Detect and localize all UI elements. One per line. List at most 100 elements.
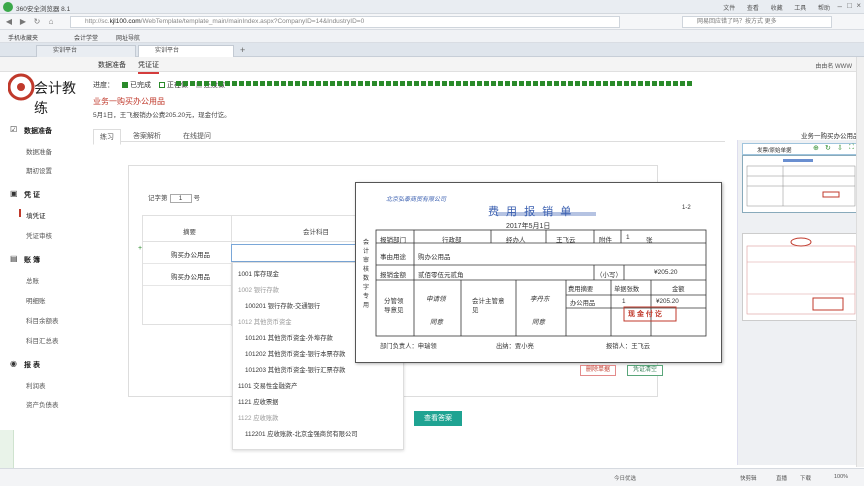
close-icon[interactable]: × (856, 1, 861, 10)
delete-voucher-button[interactable]: 删除单据 (580, 365, 616, 376)
status-download[interactable]: 下载 (800, 474, 811, 482)
dropdown-option[interactable]: 112201 应收账款-北京金强商贸有限公司 (245, 429, 358, 438)
download-icon[interactable]: ⇩ (837, 144, 843, 152)
tab-answer[interactable]: 答案解析 (127, 129, 167, 143)
add-row-icon[interactable]: + (138, 245, 142, 252)
progress-square (309, 81, 314, 86)
sidebar-item-income[interactable]: 利润表 (26, 380, 46, 390)
browser-tab[interactable]: 实训平台 (36, 45, 136, 57)
address-toolbar: ◀ ▶ ↻ ⌂ http://sc.kjl100.com/WebTemplate… (0, 14, 864, 30)
dropdown-option[interactable]: 1012 其他货币资金 (238, 317, 292, 326)
row-summary[interactable]: 购买办公用品 (171, 271, 210, 281)
status-zoom[interactable]: 100% (834, 474, 848, 480)
expense-receipt[interactable]: 北京弘泰商贸有限公司 费 用 报 销 单 1-2 2017年5月1日 会计审核数… (355, 182, 722, 363)
sidebar-item-audit[interactable]: 凭证审核 (26, 230, 52, 240)
sidebar-item-opening[interactable]: 期初设置 (26, 165, 52, 175)
sidebar-item-ledger[interactable]: 总账 (26, 275, 39, 285)
progress-square (659, 81, 664, 86)
search-input[interactable]: 网易回应错了吗？按方式 更多 (682, 16, 832, 28)
sidebar-item-balance[interactable]: 科目余额表 (26, 315, 59, 325)
sidebar-item-data-prep[interactable]: 数据准备 (26, 146, 52, 156)
subject-input[interactable] (231, 244, 361, 262)
dropdown-option[interactable]: 1122 应收账款 (238, 413, 278, 422)
sidebar-item-summary[interactable]: 科目汇总表 (26, 335, 59, 345)
minimize-icon[interactable]: – (838, 2, 842, 11)
dropdown-option[interactable]: 1121 应收票据 (238, 397, 278, 406)
dropdown-option[interactable]: 101203 其他货币资金-银行汇票存款 (245, 365, 345, 374)
back-icon[interactable]: ◀ (4, 17, 14, 27)
receipt-dept: 行政部 (442, 237, 462, 244)
voucher-number-input[interactable]: 1 (169, 193, 192, 203)
zoom-icon[interactable]: ⊕ (813, 144, 819, 152)
legend-doing-swatch (158, 82, 165, 89)
progress-square (540, 81, 545, 86)
progress-square (582, 81, 587, 86)
status-today[interactable]: 今日优选 (614, 474, 636, 482)
menu-file[interactable]: 文件 (723, 6, 735, 12)
legend-done: 已完成 (129, 82, 151, 89)
maximize-icon[interactable]: □ (847, 1, 852, 10)
dropdown-option[interactable]: 1002 银行存款 (238, 285, 279, 294)
dropdown-option[interactable]: 101202 其他货币资金-银行本票存款 (245, 349, 345, 358)
dropdown-option[interactable]: 1001 库存现金 (238, 269, 279, 278)
attachment-thumb-receipt[interactable] (742, 155, 860, 213)
menu-tools[interactable]: 工具 (794, 6, 806, 12)
tab-voucher[interactable]: 凭证证 (138, 60, 159, 74)
progress-square (393, 81, 398, 86)
bookmark-item[interactable]: 手机收藏夹 (8, 33, 38, 42)
status-live[interactable]: 直播 (776, 474, 787, 482)
left-side-widget[interactable] (0, 430, 14, 468)
progress-square (666, 81, 671, 86)
check-answer-button[interactable]: 查看答案 (414, 411, 462, 426)
sidebar-item-detail[interactable]: 明细账 (26, 295, 46, 305)
attachment-thumb-invoice[interactable] (742, 233, 860, 321)
progress-square (470, 81, 475, 86)
sidebar-group-reports[interactable]: 报 表 (24, 360, 40, 370)
bookmark-item[interactable]: 网址导航 (116, 33, 140, 42)
window-title: 360安全浏览器 8.1 (16, 6, 71, 13)
dropdown-option[interactable]: 100201 银行存款-交通银行 (245, 301, 320, 310)
tab-ask[interactable]: 在线提问 (177, 129, 217, 143)
menu-help[interactable]: 帮助 (818, 6, 830, 12)
progress-square (211, 81, 216, 86)
progress-square (442, 81, 447, 86)
home-icon[interactable]: ⌂ (46, 17, 56, 27)
url-field[interactable]: http://sc.kjl100.com/WebTemplate/templat… (70, 16, 620, 28)
fullscreen-icon[interactable]: ⛶ (849, 144, 854, 152)
progress-square (484, 81, 489, 86)
content-tabs: 练习 答案解析 在线提问 (93, 128, 725, 145)
progress-square (190, 81, 195, 86)
tab-data-prep[interactable]: 数据准备 (98, 60, 126, 70)
new-tab-icon[interactable]: + (240, 45, 245, 55)
sidebar-group-books[interactable]: 账 簿 (24, 255, 40, 265)
page-scrollbar[interactable] (856, 57, 864, 467)
dropdown-option[interactable]: 101201 其他货币资金-外埠存款 (245, 333, 333, 342)
sidebar-item-balance-sheet[interactable]: 资产负债表 (26, 399, 59, 409)
progress-square (260, 81, 265, 86)
progress-square (295, 81, 300, 86)
menu-view[interactable]: 查看 (747, 6, 759, 12)
sidebar-group-data[interactable]: 数据准备 (24, 126, 52, 136)
dropdown-option[interactable]: 1101 交易性金融资产 (238, 381, 297, 390)
brand-logo: 会计教练 (7, 70, 83, 117)
refresh-icon[interactable]: ↻ (32, 17, 42, 27)
forward-icon[interactable]: ▶ (18, 17, 28, 27)
progress-square (498, 81, 503, 86)
tab-practice[interactable]: 练习 (93, 129, 121, 145)
rotate-icon[interactable]: ↻ (825, 144, 831, 152)
bookmark-item[interactable]: 会计学堂 (74, 33, 98, 42)
app-header: 数据准备 凭证证 由由名 WWW (0, 57, 864, 74)
status-clip[interactable]: 快剪辑 (740, 474, 757, 482)
browser-tab-active[interactable]: 实训平台 (138, 45, 234, 57)
menu-favorites[interactable]: 收藏 (771, 6, 783, 12)
clear-voucher-button[interactable]: 凭证清空 (627, 365, 663, 376)
sidebar-group-voucher[interactable]: 凭 证 (24, 190, 40, 200)
receipt-attach-label: 附件 (599, 237, 612, 244)
progress-squares (176, 81, 694, 89)
progress-square (330, 81, 335, 86)
sidebar-item-fill-voucher[interactable]: 填凭证 (26, 210, 46, 220)
question-title: 业务一购买办公用品 (93, 97, 165, 106)
row-summary[interactable]: 购买办公用品 (171, 249, 210, 259)
progress-square (400, 81, 405, 86)
bookmarks-bar: 手机收藏夹 会计学堂 网址导航 (0, 30, 864, 43)
